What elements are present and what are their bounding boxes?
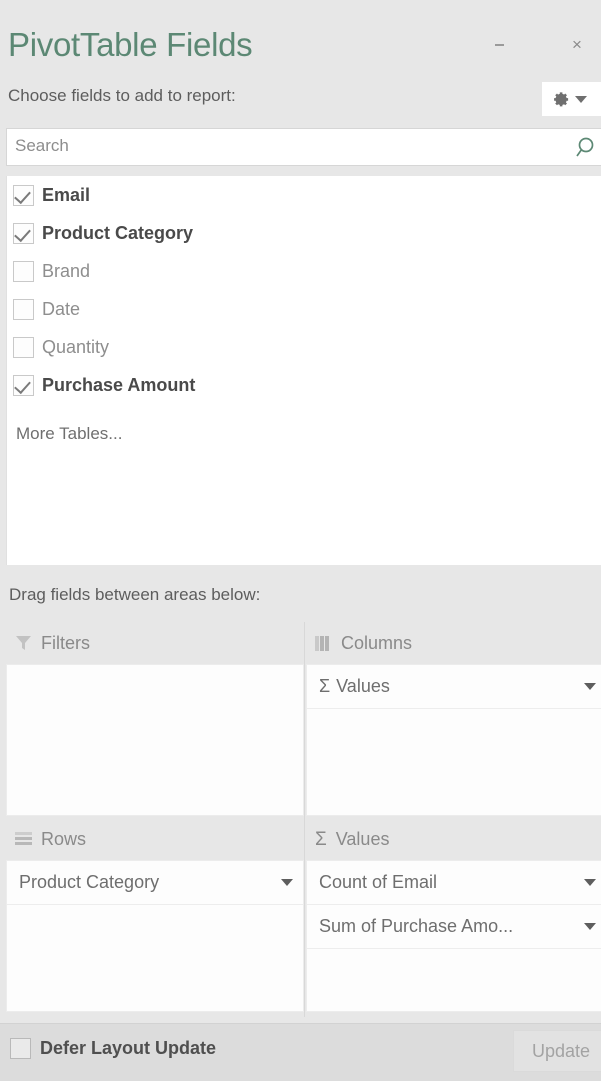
field-label: Email <box>42 184 91 205</box>
search-input[interactable] <box>15 136 535 156</box>
defer-layout-update-control[interactable]: Defer Layout Update <box>10 1038 216 1059</box>
area-rows-header: Rows <box>6 818 304 860</box>
sigma-icon: Σ <box>319 676 331 696</box>
close-icon[interactable]: × <box>562 30 592 60</box>
area-field-pill-label: Sum of Purchase Amo... <box>319 916 514 936</box>
field-label: Date <box>42 298 81 319</box>
area-filters-label: Filters <box>41 632 90 653</box>
chevron-down-icon[interactable] <box>584 923 596 930</box>
sigma-icon: Σ <box>315 828 327 850</box>
area-rows-label: Rows <box>41 828 87 849</box>
area-rows-dropzone[interactable]: Product Category <box>6 860 304 1012</box>
area-field-pill[interactable]: Product Category <box>7 861 303 905</box>
gear-icon <box>554 91 569 106</box>
area-values-header: Σ Values <box>306 818 601 860</box>
search-box[interactable] <box>6 128 601 166</box>
funnel-icon <box>16 636 31 650</box>
field-list-item[interactable]: Quantity <box>7 328 601 366</box>
area-values-label: Values <box>335 828 390 849</box>
area-values-dropzone[interactable]: Count of Email Sum of Purchase Amo... <box>306 860 601 1012</box>
field-checkbox[interactable] <box>13 374 34 396</box>
field-list[interactable]: Email Product Category Brand Date Quantity Pu… <box>6 176 601 565</box>
field-checkbox[interactable] <box>13 336 34 358</box>
field-checkbox[interactable] <box>13 298 34 320</box>
field-list-tools-button[interactable] <box>542 82 601 116</box>
pane-footer: Defer Layout Update Update <box>0 1023 601 1081</box>
area-field-pill-label: Count of Email <box>319 872 438 892</box>
area-field-pill[interactable]: Σ Values <box>307 665 601 709</box>
chevron-down-icon[interactable] <box>584 879 596 886</box>
field-label: Brand <box>42 260 91 281</box>
choose-fields-label: Choose fields to add to report: <box>8 86 236 105</box>
drag-fields-hint: Drag fields between areas below: <box>9 585 261 604</box>
more-tables-link[interactable]: More Tables... <box>16 424 122 444</box>
chevron-down-icon <box>575 95 587 103</box>
minimize-icon[interactable] <box>484 30 514 60</box>
field-checkbox[interactable] <box>13 184 34 206</box>
field-label: Product Category <box>42 222 194 243</box>
field-list-item[interactable]: Brand <box>7 252 601 290</box>
area-columns-header: Columns <box>306 622 601 664</box>
area-field-pill-label: Product Category <box>19 872 160 892</box>
field-checkbox[interactable] <box>13 222 34 244</box>
search-icon[interactable] <box>575 135 601 161</box>
area-field-pill[interactable]: Sum of Purchase Amo... <box>307 905 601 949</box>
field-checkbox[interactable] <box>13 260 34 282</box>
chevron-down-icon[interactable] <box>584 683 596 690</box>
pane-titlebar: PivotTable Fields × <box>0 0 601 78</box>
update-button-label: Update <box>531 1040 591 1061</box>
area-filters[interactable]: Filters <box>6 622 304 816</box>
area-columns[interactable]: Columns Σ Values <box>306 622 601 816</box>
chevron-down-icon[interactable] <box>281 879 293 886</box>
area-columns-dropzone[interactable]: Σ Values <box>306 664 601 816</box>
choose-fields-row: Choose fields to add to report: <box>0 78 601 123</box>
area-columns-label: Columns <box>341 632 413 653</box>
rows-icon <box>15 831 32 847</box>
defer-layout-update-label: Defer Layout Update <box>40 1038 217 1058</box>
field-list-item[interactable]: Date <box>7 290 601 328</box>
field-list-item[interactable]: Email <box>7 176 601 214</box>
area-filters-dropzone[interactable] <box>6 664 304 816</box>
area-values[interactable]: Σ Values Count of Email Sum of Purchase A… <box>306 818 601 1012</box>
area-filters-header: Filters <box>6 622 304 664</box>
field-list-item[interactable]: Purchase Amount <box>7 366 601 404</box>
areas-grid: Filters Columns Σ Values Rows Product Cat… <box>6 622 601 1017</box>
area-field-pill[interactable]: Count of Email <box>307 861 601 905</box>
defer-layout-update-checkbox[interactable] <box>10 1038 31 1059</box>
page-title: PivotTable Fields <box>8 26 253 63</box>
field-list-item[interactable]: Product Category <box>7 214 601 252</box>
update-button[interactable]: Update <box>513 1030 601 1072</box>
areas-column-divider <box>304 622 305 1017</box>
minimize-dash <box>494 44 504 46</box>
field-label: Purchase Amount <box>42 374 196 395</box>
pivottable-fields-pane: PivotTable Fields × Choose fields to add… <box>0 0 601 1081</box>
columns-icon <box>315 635 332 651</box>
area-rows[interactable]: Rows Product Category <box>6 818 304 1012</box>
area-field-pill-label: Values <box>336 676 390 696</box>
field-rows: Email Product Category Brand Date Quantity Pu… <box>7 176 601 404</box>
field-label: Quantity <box>42 336 110 357</box>
